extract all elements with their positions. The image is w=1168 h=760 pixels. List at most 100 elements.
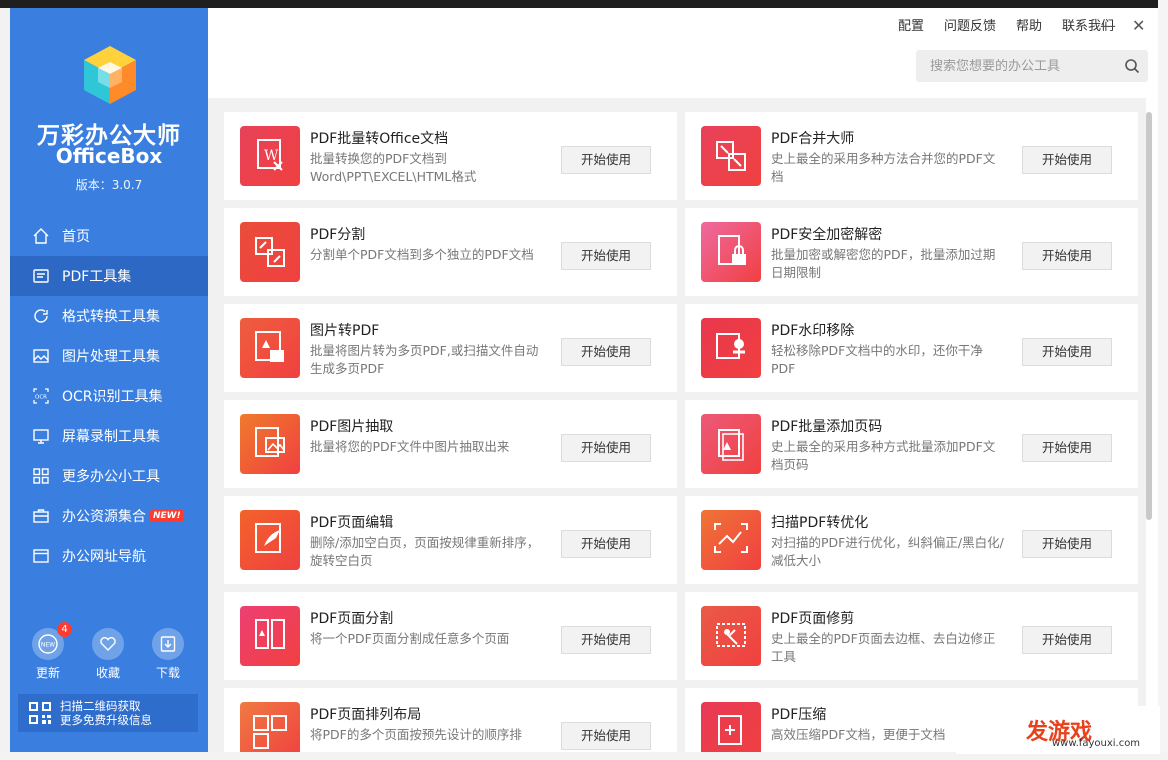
sidebar-item-image-tools[interactable]: 图片处理工具集 — [10, 336, 208, 376]
minimize-button[interactable]: — — [1100, 16, 1116, 35]
start-button[interactable]: 开始使用 — [1022, 146, 1112, 174]
favorites-label: 收藏 — [95, 666, 120, 680]
start-button[interactable]: 开始使用 — [1022, 626, 1112, 654]
close-button[interactable]: ✕ — [1132, 16, 1145, 35]
update-button[interactable]: NEW 4 更新 — [22, 622, 74, 681]
tool-title: PDF安全加密解密 — [771, 227, 883, 243]
tool-description: 史上最全的采用多种方法合并您的PDF文档 — [771, 151, 996, 184]
pdf-to-office-icon: W — [240, 126, 300, 186]
home-icon — [33, 228, 49, 244]
qr-code-text: 扫描二维码获取 更多免费升级信息 — [60, 699, 152, 727]
tool-card-pdf-merge[interactable]: PDF合并大师 史上最全的采用多种方法合并您的PDF文档 开始使用 — [685, 112, 1138, 200]
new-badge: NEW! — [150, 510, 184, 522]
start-button[interactable]: 开始使用 — [561, 146, 651, 174]
settings-link[interactable]: 配置 — [898, 15, 924, 34]
qr-code-line2: 更多免费升级信息 — [60, 713, 152, 727]
briefcase-icon — [33, 509, 49, 523]
tool-description: 对扫描的PDF进行优化，纠斜偏正/黑白化/减低大小 — [771, 535, 1004, 568]
start-button[interactable]: 开始使用 — [1022, 338, 1112, 366]
top-links: 配置 问题反馈 帮助 联系我们 — [878, 15, 1114, 34]
sidebar-item-more-tools[interactable]: 更多办公小工具 — [10, 456, 208, 496]
tool-description: 分割单个PDF文档到多个独立的PDF文档 — [310, 247, 534, 262]
tool-card-pdf-split[interactable]: PDF分割 分割单个PDF文档到多个独立的PDF文档 开始使用 — [224, 208, 677, 296]
tool-description: 史上最全的采用多种方式批量添加PDF文档页码 — [771, 439, 996, 472]
svg-text:NEW: NEW — [41, 642, 55, 649]
sidebar-item-label: OCR识别工具集 — [62, 389, 163, 405]
qr-code-line1: 扫描二维码获取 — [60, 699, 141, 713]
qr-code-banner[interactable]: 扫描二维码获取 更多免费升级信息 — [18, 694, 198, 732]
pdf-image-extract-icon — [240, 414, 300, 474]
desktop-background-right — [1158, 0, 1168, 760]
desktop-background-top — [0, 0, 1168, 8]
version-label: 版本：3.0.7 — [75, 178, 143, 192]
sidebar-item-office-resources[interactable]: 办公资源集合 NEW! — [10, 496, 208, 536]
start-button[interactable]: 开始使用 — [561, 722, 651, 750]
tool-description: 史上最全的PDF页面去边框、去白边修正工具 — [771, 631, 996, 664]
sidebar-item-label: 办公资源集合 — [62, 509, 146, 525]
heart-icon — [92, 628, 124, 660]
tool-card-pdf-page-number[interactable]: PDF批量添加页码 史上最全的采用多种方式批量添加PDF文档页码 开始使用 — [685, 400, 1138, 488]
sidebar-item-format-convert[interactable]: 格式转换工具集 — [10, 296, 208, 336]
tool-card-pdf-encrypt[interactable]: PDF安全加密解密批量加密或解密您的PDF，批量添加过期日期限制 开始使用 — [685, 208, 1138, 296]
start-button[interactable]: 开始使用 — [1022, 242, 1112, 270]
update-count-badge: 4 — [57, 622, 72, 637]
tool-card-pdf-to-office[interactable]: W PDF批量转Office文档 批量转换您的PDF文档到Word\PPT\EXCE… — [224, 112, 677, 200]
tool-card-pdf-page-layout[interactable]: PDF页面排列布局 将PDF的多个页面按预先设计的顺序排 开始使用 — [224, 688, 677, 752]
sidebar-item-ocr-tools[interactable]: OCR OCR识别工具集 — [10, 376, 208, 416]
svg-text:W: W — [264, 148, 279, 164]
search-icon[interactable] — [1124, 58, 1140, 74]
tool-card-pdf-page-edit[interactable]: PDF页面编辑删除/添加空白页，页面按规律重新排序，旋转空白页 开始使用 — [224, 496, 677, 584]
tool-card-pdf-watermark-remove[interactable]: PDF水印移除 轻松移除PDF文档中的水印，还你干净PDF 开始使用 — [685, 304, 1138, 392]
sidebar-item-pdf-tools[interactable]: PDF工具集 — [10, 256, 208, 296]
pdf-page-number-icon — [701, 414, 761, 474]
tool-description: 批量转换您的PDF文档到Word\PPT\EXCEL\HTML格式 — [310, 151, 477, 184]
tool-description: 轻松移除PDF文档中的水印，还你干净PDF — [771, 343, 983, 376]
scan-pdf-optimize-icon — [701, 510, 761, 570]
content-scrollbar[interactable] — [1146, 112, 1152, 520]
favorites-button[interactable]: 收藏 — [82, 628, 134, 681]
pdf-page-split-icon — [240, 606, 300, 666]
sidebar-item-label: 更多办公小工具 — [62, 469, 160, 485]
tool-card-pdf-page-split[interactable]: PDF页面分割 将一个PDF页面分割成任意多个页面 开始使用 — [224, 592, 677, 680]
tool-description: 批量将您的PDF文件中图片抽取出来 — [310, 439, 510, 454]
brand-name-en: OfficeBox — [55, 144, 163, 168]
download-label: 下载 — [155, 666, 180, 680]
monitor-icon — [33, 429, 49, 444]
download-button[interactable]: 下载 — [142, 628, 194, 681]
feedback-link[interactable]: 问题反馈 — [944, 15, 996, 34]
start-button[interactable]: 开始使用 — [561, 530, 651, 558]
start-button[interactable]: 开始使用 — [1022, 434, 1112, 462]
tool-title: PDF页面分割 — [310, 611, 394, 627]
tool-description: 批量加密或解密您的PDF，批量添加过期日期限制 — [771, 247, 996, 280]
sidebar-item-label: PDF工具集 — [62, 269, 132, 285]
start-button[interactable]: 开始使用 — [561, 626, 651, 654]
start-button[interactable]: 开始使用 — [1022, 530, 1112, 558]
tool-description: 删除/添加空白页，页面按规律重新排序，旋转空白页 — [310, 535, 540, 568]
sidebar-item-web-nav[interactable]: 办公网址导航 — [10, 536, 208, 576]
tool-card-image-to-pdf[interactable]: 图片转PDF 批量将图片转为多页PDF,或扫描文件自动生成多页PDF 开始使用 — [224, 304, 677, 392]
tool-title: PDF压缩 — [771, 707, 827, 723]
tool-title: PDF页面排列布局 — [310, 707, 422, 723]
tool-card-pdf-page-crop[interactable]: PDF页面修剪 史上最全的PDF页面去边框、去白边修正工具 开始使用 — [685, 592, 1138, 680]
search-input[interactable] — [930, 58, 1120, 74]
start-button[interactable]: 开始使用 — [561, 338, 651, 366]
tool-title: PDF页面编辑 — [310, 515, 394, 531]
refresh-icon — [34, 309, 48, 323]
qr-code-icon — [29, 702, 51, 724]
grid-icon — [33, 468, 49, 484]
pdf-watermark-remove-icon — [701, 318, 761, 378]
desktop-background-left — [0, 8, 10, 760]
sidebar-bottom-actions: NEW 4 更新 收藏 下载 — [10, 622, 208, 681]
download-icon — [152, 628, 184, 660]
sidebar-nav: 首页 PDF工具集 格式转换工具集 图片处理工具集 OCR OCR识别工具集 屏… — [10, 216, 208, 576]
tool-card-scan-pdf-optimize[interactable]: 扫描PDF转优化 对扫描的PDF进行优化，纠斜偏正/黑白化/减低大小 开始使用 — [685, 496, 1138, 584]
start-button[interactable]: 开始使用 — [561, 242, 651, 270]
officebox-logo-icon — [84, 46, 136, 104]
help-link[interactable]: 帮助 — [1016, 15, 1042, 34]
sidebar-item-home[interactable]: 首页 — [10, 216, 208, 256]
top-bar: 配置 问题反馈 帮助 联系我们 — ✕ — [208, 8, 1158, 98]
app-window: 万彩办公大师 OfficeBox 版本：3.0.7 首页 PDF工具集 格式转换… — [10, 8, 1158, 752]
tool-card-pdf-image-extract[interactable]: PDF图片抽取 批量将您的PDF文件中图片抽取出来 开始使用 — [224, 400, 677, 488]
sidebar-item-screen-record[interactable]: 屏幕录制工具集 — [10, 416, 208, 456]
start-button[interactable]: 开始使用 — [561, 434, 651, 462]
